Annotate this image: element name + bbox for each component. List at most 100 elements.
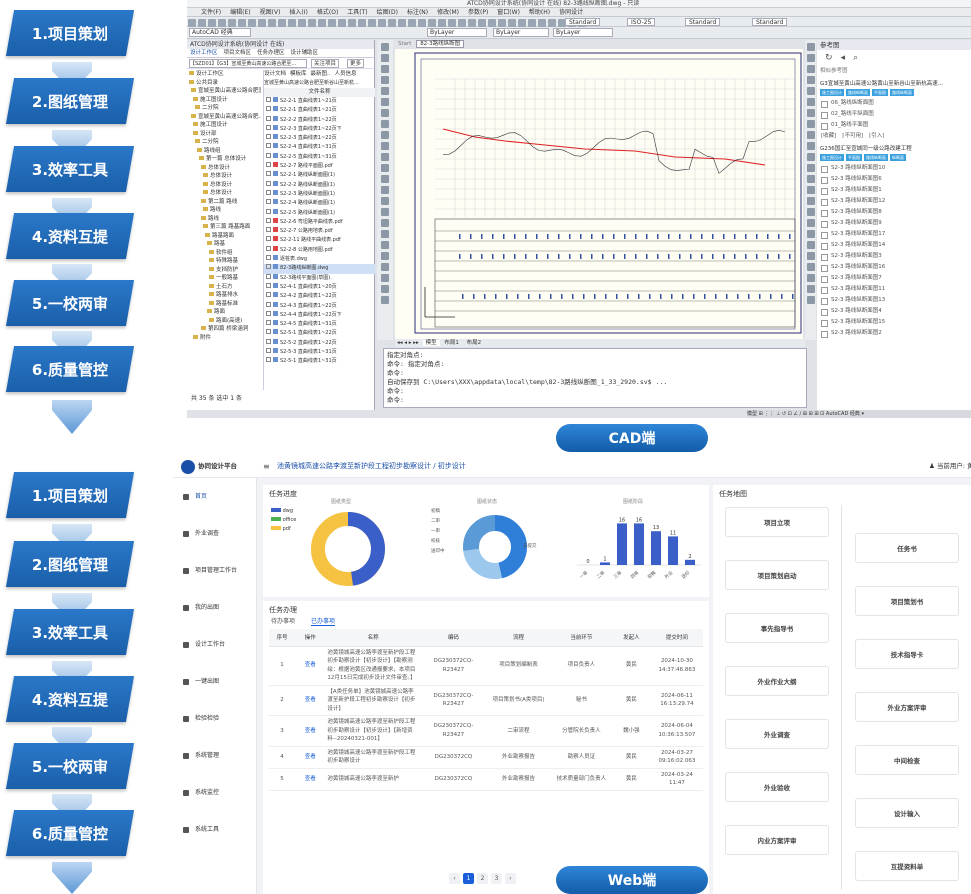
search-icon[interactable]: ⌕ xyxy=(853,53,866,63)
tool-icon[interactable] xyxy=(381,109,389,117)
tree-node[interactable]: 路基 xyxy=(189,240,261,249)
tool-icon[interactable] xyxy=(806,208,815,216)
ref-item[interactable]: S2-3 路线纵断面图12 xyxy=(817,196,971,207)
tool-icon[interactable] xyxy=(806,98,815,106)
checkbox[interactable] xyxy=(266,199,271,205)
checkbox[interactable] xyxy=(266,124,271,130)
file-row[interactable]: S2-5-2 直曲线表1~22页 xyxy=(264,338,375,348)
tree-node[interactable]: 二分院 xyxy=(189,138,261,147)
tool-icon[interactable] xyxy=(381,230,389,238)
tool-icon[interactable] xyxy=(381,164,389,172)
checkbox[interactable] xyxy=(266,162,271,168)
file-row[interactable]: S2-2-3 路线纵断面图(1) xyxy=(264,189,375,199)
tree-node[interactable]: 软件组 xyxy=(189,249,261,258)
menu-item[interactable]: 视图(V) xyxy=(260,9,281,16)
file-row[interactable]: S2-2-5 直曲线表1~31页 xyxy=(264,152,375,162)
tool-icon[interactable] xyxy=(806,296,815,304)
toolbar-icon[interactable] xyxy=(238,19,246,27)
ref-item[interactable]: 01_路线平面图 xyxy=(817,120,971,131)
command-line[interactable]: 指定对角点: 命令: 指定对角点: 命令: 自动保存到 C:\Users\XXX… xyxy=(383,348,807,408)
view-link[interactable]: 查看 xyxy=(295,685,326,716)
ref-tag[interactable]: 路线纵断面 xyxy=(846,89,870,96)
tree-node[interactable]: 总体设计 xyxy=(189,172,261,181)
menu-item[interactable]: 协同设计 xyxy=(559,9,583,16)
tree-node[interactable]: 路线组 xyxy=(189,147,261,156)
file-row[interactable]: S2-2-3 直曲线表1~22页下 xyxy=(264,124,375,134)
checkbox[interactable] xyxy=(266,292,271,298)
project-select[interactable]: 【SZD01】【G3】宣城至黄山高速公路合肥至... xyxy=(189,59,307,68)
tree-node[interactable]: 路基排水 xyxy=(189,291,261,300)
toolbar-icon[interactable] xyxy=(258,19,266,27)
refresh-icon[interactable]: ↻ xyxy=(825,53,841,63)
file-row[interactable]: S2-2-11 路线平曲线表.pdf xyxy=(264,236,375,245)
command-input[interactable]: 命令: xyxy=(387,396,803,405)
tree-node[interactable]: 路线 xyxy=(189,206,261,215)
file-row[interactable]: S2-4-5 直曲线表1~31页 xyxy=(264,320,375,329)
ref-item[interactable]: S2-3 路线纵断面图4 xyxy=(817,306,971,317)
ref-item[interactable]: S2-3 路线纵断面图8 xyxy=(817,207,971,218)
tool-icon[interactable] xyxy=(806,43,815,51)
task-node[interactable]: 外业验收 xyxy=(725,772,829,802)
tree-node[interactable]: 总体设计 xyxy=(189,189,261,198)
task-node[interactable]: 项目策划启动 xyxy=(725,560,829,590)
tool-icon[interactable] xyxy=(381,186,389,194)
file-tab[interactable]: 最新图.. xyxy=(311,71,331,77)
checkbox[interactable] xyxy=(266,180,271,186)
checkbox[interactable] xyxy=(266,320,271,326)
tree-node[interactable]: 特殊路基 xyxy=(189,257,261,266)
tool-icon[interactable] xyxy=(806,241,815,249)
tree-node[interactable]: 总体设计 xyxy=(189,181,261,190)
ref-item[interactable]: S2-3 路线纵断面图3 xyxy=(817,251,971,262)
sidebar-item[interactable]: 项目管理工作台 xyxy=(173,552,256,589)
tab-model[interactable]: 模型 xyxy=(422,340,440,346)
ref-item[interactable]: S2-3 路线纵断面图16 xyxy=(817,262,971,273)
sidebar-item[interactable]: 检验检验 xyxy=(173,700,256,737)
tree-node[interactable]: 路面 xyxy=(189,308,261,317)
page-button[interactable]: › xyxy=(505,873,516,884)
file-tab[interactable]: 人员信息 xyxy=(335,71,357,77)
checkbox[interactable] xyxy=(266,348,271,354)
file-row[interactable]: S2-4-4 直曲线表1~22页下 xyxy=(264,310,375,320)
tree-node[interactable]: 路基路面 xyxy=(189,232,261,241)
file-row[interactable]: S2-2-2 路线纵断面图(1) xyxy=(264,180,375,190)
toolbar-icon[interactable] xyxy=(388,19,396,27)
file-row[interactable]: S2-4-2 直曲线表1~22页 xyxy=(264,292,375,301)
tree-node[interactable]: 支挡防护 xyxy=(189,266,261,275)
tool-icon[interactable] xyxy=(806,285,815,293)
tool-icon[interactable] xyxy=(806,230,815,238)
workspace-select[interactable]: AutoCAD 经典 xyxy=(189,28,251,37)
file-row[interactable]: S2-2-1 直曲线表1~21页 xyxy=(264,97,375,106)
tab-drawing[interactable]: 82-3路线纵断图 xyxy=(416,40,465,48)
menu-item[interactable]: 编辑(E) xyxy=(230,9,250,16)
checkbox[interactable] xyxy=(266,282,271,288)
menu-item[interactable]: 文件(F) xyxy=(201,9,221,16)
panel-tab[interactable]: 任务办理区 xyxy=(257,50,285,56)
checkbox[interactable] xyxy=(266,301,271,307)
checkbox[interactable] xyxy=(266,106,271,112)
checkbox[interactable] xyxy=(266,236,271,242)
task-node[interactable]: 项目策划书 xyxy=(855,586,959,616)
tool-icon[interactable] xyxy=(381,263,389,271)
panel-tab[interactable]: 设计工作区 xyxy=(190,50,218,56)
tool-icon[interactable] xyxy=(381,98,389,106)
tool-icon[interactable] xyxy=(806,186,815,194)
ref-item[interactable]: S2-3 路线纵断面图2 xyxy=(817,328,971,339)
tool-icon[interactable] xyxy=(806,263,815,271)
sidebar-item[interactable]: 一键出图 xyxy=(173,663,256,700)
toolbar-icon[interactable] xyxy=(548,19,556,27)
toolbar-icon[interactable] xyxy=(268,19,276,27)
tool-icon[interactable] xyxy=(806,54,815,62)
toolbar-icon[interactable] xyxy=(298,19,306,27)
back-icon[interactable]: ◂ xyxy=(841,53,854,63)
task-node[interactable]: 设计输入 xyxy=(855,798,959,828)
file-row[interactable]: 逐桩表.dwg xyxy=(264,255,375,264)
file-tab[interactable]: 模板库 xyxy=(290,71,307,77)
toolbar-icon[interactable] xyxy=(438,19,446,27)
tool-icon[interactable] xyxy=(381,54,389,62)
toolbar-icon[interactable] xyxy=(498,19,506,27)
checkbox[interactable] xyxy=(266,357,271,363)
tool-icon[interactable] xyxy=(381,274,389,282)
tree-node[interactable]: 二分院 xyxy=(189,104,261,113)
toolbar-icon[interactable] xyxy=(428,19,436,27)
menu-item[interactable]: 参数(P) xyxy=(468,9,488,16)
